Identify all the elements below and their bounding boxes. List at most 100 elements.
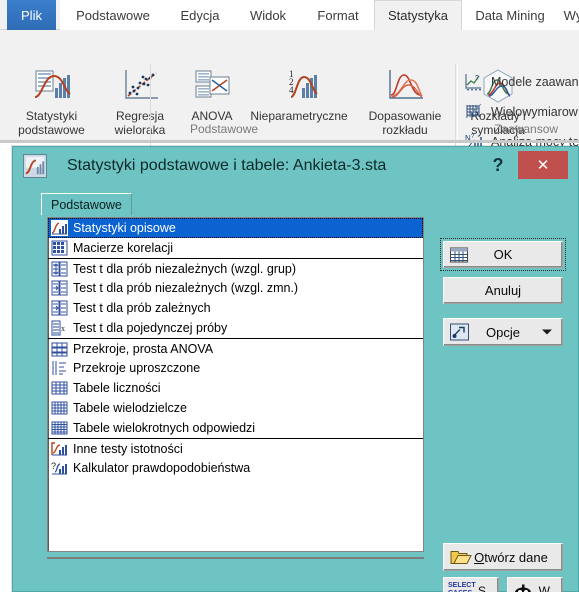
- ribbon-panel: Statystyki podstawowe Regresja wieloraka: [0, 30, 579, 143]
- ribbon-button-label: Regresja wieloraka: [115, 109, 166, 137]
- ribbon-button-modele-zaawansowane[interactable]: ? Modele zaawan: [464, 72, 579, 91]
- weight-button[interactable]: W: [507, 577, 563, 592]
- other-tests-icon: [51, 441, 68, 457]
- breakdown-simple-icon: [51, 360, 68, 376]
- multiple-response-icon: [51, 420, 68, 436]
- ribbon-tab-edycja[interactable]: Edycja: [166, 0, 234, 30]
- folder-open-icon: [450, 549, 472, 566]
- ribbon-tab-data-mining[interactable]: Data Mining: [462, 0, 558, 30]
- probability-calculator-icon: ?: [51, 460, 68, 476]
- weight-icon: [514, 584, 536, 592]
- statistics-app-icon: [23, 154, 47, 178]
- scatter-regression-icon: [118, 66, 162, 106]
- crosstab-icon: [51, 400, 68, 416]
- dialog-title-bar[interactable]: Statystyki podstawowe i tabele: Ankieta-…: [13, 147, 578, 185]
- list-item[interactable]: Inne testy istotności: [48, 438, 423, 458]
- options-button[interactable]: Opcje: [443, 318, 563, 346]
- panel-divider: [47, 557, 424, 559]
- ribbon-group-label-zaawansowane: Zaawansow: [494, 122, 558, 136]
- ttest-vars-icon: [51, 280, 68, 296]
- list-item-label: Przekroje uproszczone: [73, 361, 200, 375]
- svg-text:x: x: [61, 324, 65, 333]
- list-item[interactable]: Test t dla prób niezależnych (wzgl. zmn.…: [48, 278, 423, 298]
- ribbon-tab-label: Wy: [564, 8, 579, 23]
- ribbon-button-dopasowanie-rozkladu[interactable]: Dopasowanie rozkładu: [355, 66, 455, 137]
- dialog-title-text: Statystyki podstawowe i tabele: Ankieta-…: [67, 154, 468, 178]
- ttest-groups-icon: [51, 261, 68, 277]
- list-item[interactable]: Tabele wielokrotnych odpowiedzi: [48, 418, 423, 438]
- list-item[interactable]: ? Kalkulator prawdopodobieństwa: [48, 458, 423, 478]
- list-item-label: Kalkulator prawdopodobieństwa: [73, 461, 250, 475]
- svg-text:?: ?: [475, 75, 479, 82]
- list-item-label: Tabele liczności: [73, 381, 161, 395]
- ribbon-tab-label: Data Mining: [475, 8, 544, 23]
- multivariate-icon: [464, 102, 483, 121]
- weight-key: W: [539, 584, 550, 592]
- analysis-list[interactable]: Statystyki opisowe Macierze korelacji Te…: [47, 217, 424, 552]
- list-item-label: Inne testy istotności: [73, 442, 183, 456]
- list-item[interactable]: Statystyki opisowe: [48, 218, 423, 238]
- dialog-tab-podstawowe[interactable]: Podstawowe: [41, 193, 132, 215]
- dialog-close-button[interactable]: ✕: [518, 151, 568, 179]
- list-item[interactable]: Tabele liczności: [48, 378, 423, 398]
- list-item-label: Przekroje, prosta ANOVA: [73, 342, 213, 356]
- open-data-button[interactable]: Otwórz dane: [443, 543, 563, 571]
- nonparametric-icon: 1 2 4: [277, 66, 321, 106]
- ribbon-tab-widok[interactable]: Widok: [234, 0, 302, 30]
- ribbon-button-wielowymiarowe[interactable]: Wielowymiarow: [464, 102, 578, 121]
- ok-table-icon: [450, 247, 468, 262]
- ribbon-tab-podstawowe[interactable]: Podstawowe: [60, 0, 166, 30]
- ribbon-button-regresja-wieloraka[interactable]: Regresja wieloraka: [99, 66, 181, 137]
- anova-icon: [190, 66, 234, 106]
- list-item-label: Tabele wielodzielcze: [73, 401, 187, 415]
- list-item[interactable]: Przekroje, prosta ANOVA: [48, 338, 423, 358]
- ribbon-divider: [0, 140, 579, 143]
- distribution-fit-icon: [383, 66, 427, 106]
- ribbon-button-nieparametryczne[interactable]: 1 2 4 Nieparametryczne: [243, 66, 355, 123]
- ribbon-tab-plik[interactable]: Plik: [7, 0, 56, 30]
- list-item-label: Test t dla prób niezależnych (wzgl. zmn.…: [73, 281, 298, 295]
- ribbon-button-label: Wielowymiarow: [491, 105, 578, 119]
- ribbon-tab-statystyka[interactable]: Statystyka: [374, 0, 462, 30]
- frequency-tables-icon: [51, 380, 68, 396]
- ribbon-button-label: Nieparametryczne: [250, 109, 347, 123]
- ribbon-tab-label: Plik: [21, 8, 42, 23]
- ribbon-tab-label: Podstawowe: [76, 8, 150, 23]
- list-item[interactable]: Macierze korelacji: [48, 238, 423, 258]
- list-item[interactable]: Test t dla prób zależnych: [48, 298, 423, 318]
- ok-button-label: OK: [494, 247, 513, 262]
- chevron-down-icon: [542, 330, 552, 335]
- list-item-label: Statystyki opisowe: [73, 221, 176, 235]
- dialog-tab-strip: Podstawowe: [41, 193, 441, 215]
- options-button-label: Opcje: [486, 325, 520, 340]
- list-item[interactable]: Tabele wielodzielcze: [48, 398, 423, 418]
- dialog-help-button[interactable]: ?: [483, 152, 513, 178]
- ribbon-button-anova[interactable]: ANOVA: [181, 66, 243, 123]
- list-item-label: Test t dla prób zależnych: [73, 301, 211, 315]
- ribbon-button-statystyki-podstawowe[interactable]: Statystyki podstawowe: [4, 66, 99, 137]
- list-item-label: Test t dla pojedynczej próby: [73, 321, 227, 335]
- list-item[interactable]: x Test t dla pojedynczej próby: [48, 318, 423, 338]
- select-cases-key: S: [478, 584, 486, 592]
- ttest-dependent-icon: [51, 300, 68, 316]
- ok-button[interactable]: OK: [443, 241, 563, 268]
- dialog-statystyki-podstawowe: Statystyki podstawowe i tabele: Ankieta-…: [12, 146, 579, 592]
- ribbon-button-label: Dopasowanie rozkładu: [369, 109, 442, 137]
- svg-text:?: ?: [51, 461, 56, 471]
- cancel-button[interactable]: Anuluj: [443, 277, 563, 304]
- dialog-content: Podstawowe Statystyki opisowe Macierze k…: [21, 185, 572, 581]
- ribbon-tab-format[interactable]: Format: [302, 0, 374, 30]
- ribbon-tab-label: Statystyka: [388, 8, 448, 23]
- cancel-button-label: Anuluj: [485, 283, 521, 298]
- list-item[interactable]: Przekroje uproszczone: [48, 358, 423, 378]
- options-icon: [450, 324, 469, 341]
- correlation-matrix-icon: [51, 240, 68, 256]
- list-item-label: Macierze korelacji: [73, 241, 173, 255]
- ribbon-group-label-podstawowe: Podstawowe: [190, 122, 258, 136]
- select-cases-badge: SELECT CASES: [448, 582, 476, 592]
- select-cases-button[interactable]: SELECT CASES S: [443, 577, 499, 592]
- list-item-label: Tabele wielokrotnych odpowiedzi: [73, 421, 255, 435]
- ribbon-tab-wykresy[interactable]: Wy: [558, 0, 579, 30]
- breakdown-anova-icon: [51, 341, 68, 357]
- list-item[interactable]: Test t dla prób niezależnych (wzgl. grup…: [48, 258, 423, 278]
